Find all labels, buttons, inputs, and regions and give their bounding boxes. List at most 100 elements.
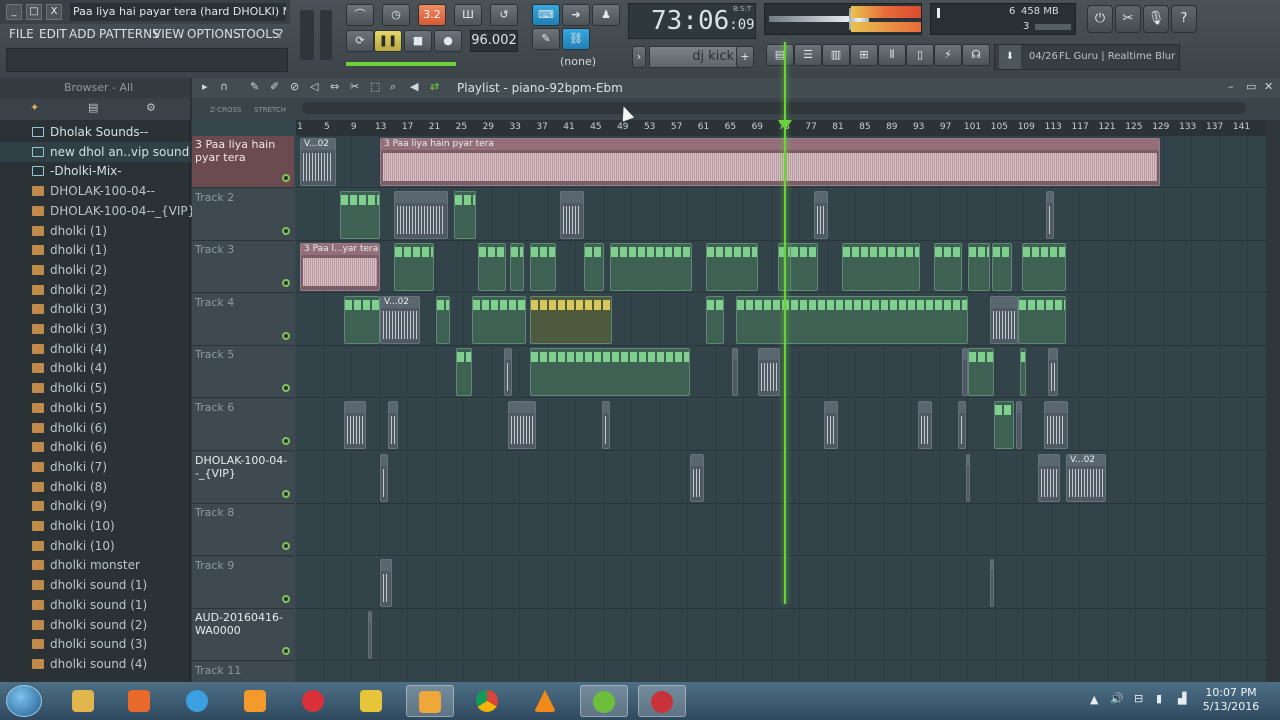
taskbar-recorder-icon[interactable] (638, 685, 686, 717)
taskbar-explorer-icon[interactable] (60, 685, 108, 717)
start-button[interactable] (6, 685, 42, 717)
tempo-tap-icon[interactable]: ☊ (962, 44, 990, 66)
pattern-clip[interactable] (1020, 348, 1026, 397)
audio-clip[interactable] (1046, 190, 1054, 239)
pattern-clip[interactable] (394, 243, 434, 292)
loop-record-button[interactable]: ↺ (490, 4, 518, 26)
wait-record-button[interactable]: ◷ (382, 4, 410, 26)
close-button[interactable]: X (46, 4, 62, 20)
pattern-clip[interactable] (510, 243, 524, 292)
delete-tool-icon[interactable]: ⊘ (290, 80, 299, 93)
track-lane[interactable] (296, 399, 1266, 451)
audio-clip[interactable] (1044, 401, 1068, 449)
audio-clip[interactable] (388, 401, 398, 449)
track-lane[interactable] (296, 556, 1266, 609)
add-pattern-button[interactable]: + (736, 46, 754, 68)
track-mute-led[interactable] (282, 647, 290, 656)
slice-tool-icon[interactable]: ✂ (350, 80, 359, 93)
pattern-clip[interactable] (842, 243, 920, 292)
track-header[interactable]: Track 5 (192, 346, 294, 399)
microphone-icon[interactable]: 🎙 (1143, 5, 1169, 33)
audio-clip[interactable] (504, 348, 512, 397)
taskbar-clock[interactable]: 10:07 PM 5/13/2016 (1196, 686, 1266, 716)
browser-item[interactable]: DHOLAK-100-04--_{VIP} (0, 201, 195, 221)
track-header[interactable]: AUD-20160416-WA0000 (192, 609, 294, 662)
audio-clip[interactable]: V...02 (300, 138, 336, 186)
audio-clip[interactable] (814, 190, 828, 239)
audio-clip[interactable] (958, 401, 966, 449)
audio-clip[interactable]: 3 Paa liya hain pyar tera (380, 138, 1160, 186)
pattern-clip[interactable] (706, 295, 724, 344)
track-mute-led[interactable] (282, 226, 290, 235)
browser-item[interactable]: dholki (4) (0, 339, 190, 359)
browser-star-icon[interactable]: ✦ (30, 101, 39, 114)
pattern-song-mode-button[interactable]: 3.2 (418, 4, 446, 26)
browser-settings-icon[interactable]: ⚙ (146, 101, 156, 114)
mixer-icon[interactable]: ⊞ (850, 44, 878, 66)
browser-item[interactable]: dholki sound (3) (0, 634, 190, 654)
audio-clip[interactable] (990, 295, 1018, 344)
browser-item[interactable]: dholki (3) (0, 319, 190, 339)
piano-roll-icon[interactable]: ☰ (794, 44, 822, 66)
track-mute-led[interactable] (282, 174, 290, 182)
zoom-tool-icon[interactable]: ⌕ (390, 80, 396, 94)
audio-clip[interactable]: V...02 (380, 295, 420, 344)
track-header[interactable]: DHOLAK-100-04--_{VIP} (192, 451, 294, 504)
audio-clip[interactable] (1048, 348, 1058, 397)
select-tool-icon[interactable]: ⬚ (370, 80, 380, 93)
play-button[interactable]: ❚❚ (374, 30, 402, 52)
browser-item[interactable]: dholki (6) (0, 437, 190, 457)
pattern-clip[interactable] (610, 243, 692, 292)
browser-item[interactable]: dholki (10) (0, 516, 190, 536)
track-mute-led[interactable] (282, 384, 290, 393)
browser-item[interactable]: new dhol an..vip sound (0, 141, 190, 162)
link-icon[interactable]: ⛓ (562, 28, 590, 50)
audio-clip[interactable] (732, 348, 738, 397)
magnet-snap-icon[interactable]: ∩ (220, 80, 228, 93)
tempo-display[interactable]: 96.002 (470, 30, 518, 52)
track-lane[interactable] (296, 504, 1266, 557)
taskbar-vlc-icon[interactable] (522, 685, 570, 717)
playlist-close-button[interactable]: ✕ (1264, 80, 1273, 93)
pattern-clip[interactable] (530, 348, 690, 397)
audio-clip[interactable] (990, 558, 994, 607)
news-panel[interactable]: ⬇ 04/26 FL Guru | Realtime Blur (994, 44, 1180, 70)
pattern-clip[interactable] (478, 243, 506, 292)
pattern-clip[interactable] (736, 295, 968, 344)
browser-item[interactable]: dholki sound (1) (0, 595, 190, 615)
track-mute-led[interactable] (282, 489, 290, 498)
minimize-button[interactable]: _ (6, 4, 22, 20)
taskbar-chrome-icon[interactable] (464, 685, 512, 717)
playlist-maximize-button[interactable]: ▭ (1246, 80, 1256, 93)
track-header[interactable]: Track 9 (192, 556, 294, 609)
browser-item[interactable]: dholki (7) (0, 457, 190, 477)
tray-battery-icon[interactable]: ▮ (1156, 692, 1162, 705)
help-icon[interactable]: ? (1171, 5, 1197, 33)
browser-item[interactable]: dholki (2) (0, 260, 190, 280)
browser-file-icon[interactable]: ▤ (88, 101, 98, 114)
audio-clip[interactable] (690, 453, 704, 502)
browser-item[interactable]: DHOLAK-100-04-- (0, 181, 190, 201)
master-volume-slider[interactable] (300, 10, 314, 60)
track-mute-led[interactable] (282, 594, 290, 603)
maximize-button[interactable]: □ (26, 4, 42, 20)
browser-item[interactable]: dholki (2) (0, 280, 190, 300)
pattern-clip[interactable] (968, 348, 994, 397)
menu-view[interactable]: VIEW (150, 26, 187, 42)
audio-clip[interactable] (380, 453, 388, 502)
midi-input-select[interactable]: (none) (560, 52, 620, 72)
browser-item[interactable]: dholki sound (2) (0, 615, 190, 635)
taskbar-downloader-icon[interactable] (290, 685, 338, 717)
loop-icon[interactable]: ⟳ (346, 30, 374, 52)
pattern-clip[interactable] (344, 295, 380, 344)
vertical-scrollbar[interactable] (1266, 120, 1280, 682)
track-header[interactable]: Track 4 (192, 293, 294, 346)
pattern-clip[interactable] (1022, 243, 1066, 292)
plugin-icon[interactable]: ⚡ (934, 44, 962, 66)
pattern-clip[interactable] (454, 190, 476, 239)
track-lane[interactable]: V...02 3 Paa liya hain pyar tera (296, 136, 1266, 188)
pattern-arrows-icon[interactable]: ⇄ (430, 80, 439, 93)
track-mute-led[interactable] (282, 542, 290, 551)
audio-clip[interactable] (380, 558, 392, 607)
browser-item[interactable]: dholki (3) (0, 299, 190, 319)
